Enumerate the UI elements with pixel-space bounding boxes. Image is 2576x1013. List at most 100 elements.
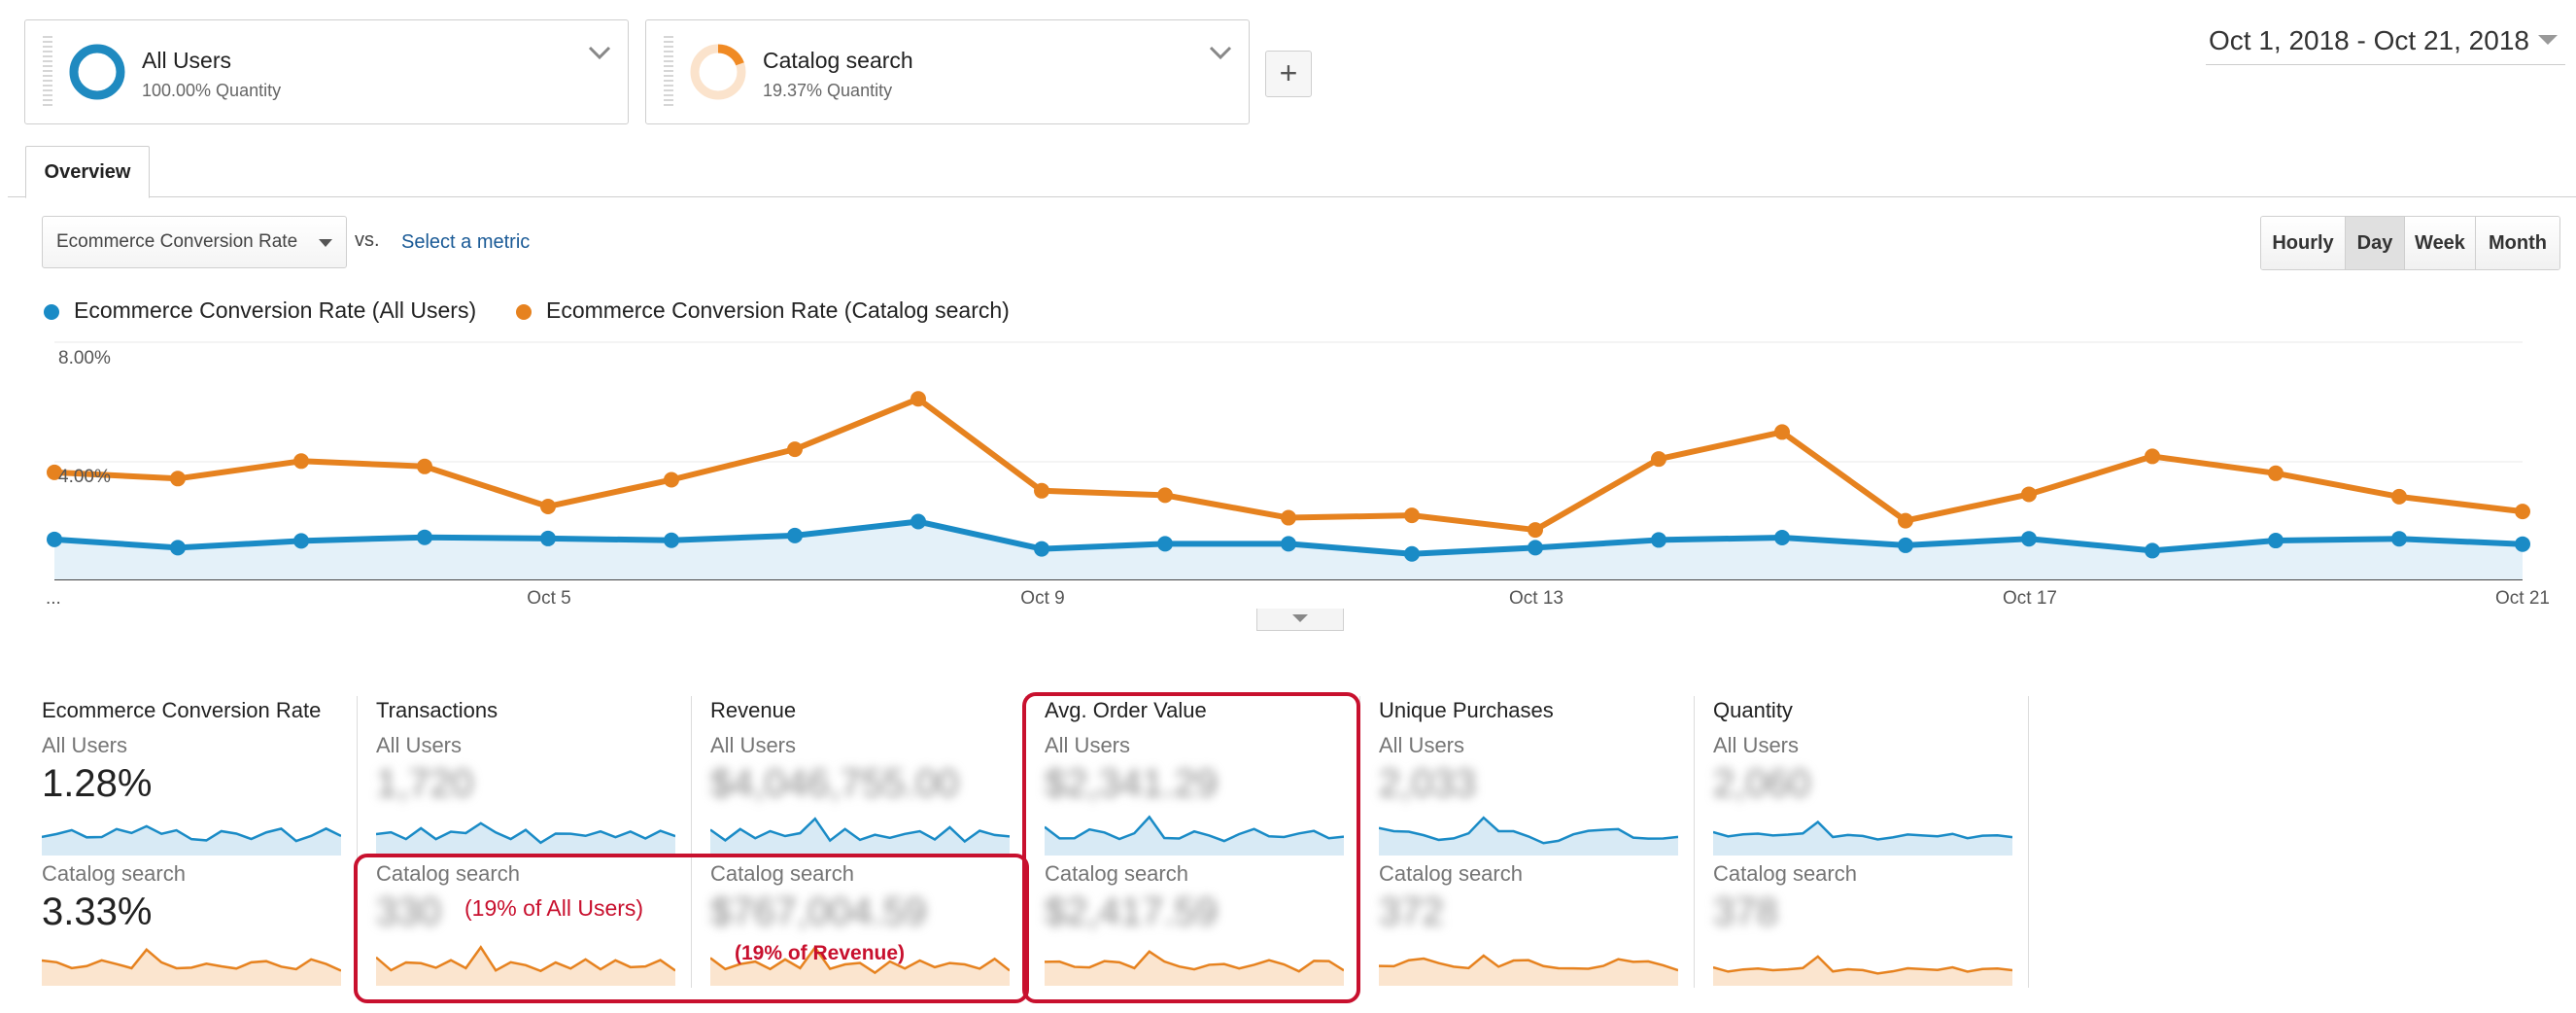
scorecard-segment-label: Catalog search [1379, 861, 1523, 886]
scorecard-value: 3.33% [42, 891, 153, 933]
highlight-box-avg-order-value [1022, 692, 1360, 1003]
scorecard-quantity[interactable]: Quantity All Users 2,060 Catalog search … [1713, 694, 2045, 986]
data-point-catalog-search[interactable] [1157, 487, 1173, 504]
date-range-underline [2206, 64, 2565, 65]
data-point-all-users[interactable] [47, 531, 62, 547]
data-point-all-users[interactable] [1651, 532, 1666, 548]
x-tick-label: Oct 5 [527, 588, 570, 609]
scorecard-unique-purchases[interactable]: Unique Purchases All Users 2,033 Catalog… [1379, 694, 1711, 986]
data-point-all-users[interactable] [1157, 536, 1173, 552]
scorecard-segment-label: Catalog search [1713, 861, 1857, 886]
x-tick-label: Oct 13 [1509, 588, 1563, 609]
legend-dot-all-users [44, 304, 59, 320]
drag-handle-icon[interactable] [664, 36, 673, 108]
x-tick-label: ... [46, 588, 61, 609]
segment-donut-icon [690, 44, 746, 100]
scorecard-title: Transactions [376, 698, 498, 722]
tab-overview[interactable]: Overview [25, 146, 150, 198]
data-point-all-users[interactable] [787, 527, 803, 543]
x-tick-label: Oct 17 [2003, 588, 2057, 609]
scorecard-ecommerce-conversion-rate[interactable]: Ecommerce Conversion Rate All Users 1.28… [42, 694, 374, 986]
scorecard-segment-label: All Users [376, 733, 463, 757]
y-tick-label: 8.00% [58, 348, 111, 368]
sparkline-all-users [1713, 820, 2012, 856]
day-button[interactable]: Day [2346, 217, 2405, 269]
annotation-transactions-share: (19% of All Users) [464, 895, 644, 921]
data-point-catalog-search[interactable] [1774, 424, 1790, 440]
data-point-catalog-search[interactable] [170, 471, 186, 487]
data-point-catalog-search[interactable] [664, 472, 679, 488]
dropdown-arrow-icon[interactable] [2538, 33, 2558, 47]
data-point-all-users[interactable] [417, 529, 432, 545]
data-point-all-users[interactable] [1898, 537, 1913, 553]
data-point-catalog-search[interactable] [293, 453, 309, 470]
scorecard-segment-label: All Users [1379, 733, 1465, 757]
metric-dropdown[interactable]: Ecommerce Conversion Rate [42, 216, 347, 268]
data-point-catalog-search[interactable] [1034, 482, 1049, 499]
data-point-catalog-search[interactable] [910, 391, 926, 407]
x-tick-label: Oct 9 [1020, 588, 1064, 609]
data-point-catalog-search[interactable] [2391, 488, 2407, 505]
scorecard-value-redacted: 2,060 [1713, 762, 1811, 805]
scorecard-value: 1.28% [42, 762, 153, 805]
data-point-all-users[interactable] [1404, 545, 1420, 562]
data-point-catalog-search[interactable] [417, 458, 432, 474]
chevron-down-icon[interactable] [585, 38, 614, 67]
data-point-all-users[interactable] [2515, 536, 2530, 552]
segment-card-catalog-search[interactable]: Catalog search 19.37% Quantity [645, 19, 1250, 124]
data-point-catalog-search[interactable] [2515, 504, 2530, 520]
scorecard-title: Unique Purchases [1379, 698, 1554, 722]
tab-divider [8, 196, 2576, 197]
scorecard-value-redacted: 2,033 [1379, 762, 1477, 805]
month-button[interactable]: Month [2476, 217, 2559, 269]
scorecard-title: Revenue [710, 698, 797, 722]
sparkline-all-users [1379, 816, 1678, 856]
data-point-catalog-search[interactable] [2021, 486, 2037, 503]
annotation-revenue-share: (19% of Revenue) [735, 942, 906, 964]
segment-quantity-share: 100.00% Quantity [142, 81, 282, 100]
data-point-all-users[interactable] [293, 533, 309, 549]
legend-dot-catalog-search [516, 304, 532, 320]
data-point-all-users[interactable] [170, 540, 186, 556]
data-point-all-users[interactable] [2268, 533, 2284, 549]
data-point-catalog-search[interactable] [540, 498, 556, 514]
data-point-all-users[interactable] [1281, 536, 1296, 552]
data-point-all-users[interactable] [2021, 531, 2037, 547]
data-point-all-users[interactable] [1034, 541, 1049, 557]
chevron-down-icon[interactable] [1206, 38, 1235, 67]
date-range-picker[interactable]: Oct 1, 2018 - Oct 21, 2018 [2209, 25, 2529, 56]
data-point-catalog-search[interactable] [1281, 509, 1296, 526]
data-point-catalog-search[interactable] [2145, 448, 2160, 465]
data-point-all-users[interactable] [2145, 542, 2160, 559]
scorecard-segment-label: All Users [1713, 733, 1800, 757]
data-point-all-users[interactable] [910, 513, 926, 530]
chart-series-layer [47, 391, 2530, 579]
data-point-all-users[interactable] [1528, 540, 1543, 556]
legend-all-users: Ecommerce Conversion Rate (All Users) [74, 297, 477, 323]
data-point-catalog-search[interactable] [1898, 512, 1913, 529]
data-point-all-users[interactable] [1774, 529, 1790, 545]
week-button[interactable]: Week [2405, 217, 2476, 269]
add-segment-button[interactable]: + [1265, 51, 1312, 97]
metric-dropdown-label: Ecommerce Conversion Rate [56, 231, 298, 252]
data-point-catalog-search[interactable] [1404, 507, 1420, 524]
data-point-catalog-search[interactable] [2268, 465, 2284, 481]
sparkline-all-users [376, 821, 675, 856]
data-point-all-users[interactable] [2391, 531, 2407, 547]
drag-handle-icon[interactable] [43, 36, 52, 108]
scorecard-segment-label: All Users [710, 733, 797, 757]
scorecard-value-redacted: 1,720 [376, 762, 474, 805]
data-point-all-users[interactable] [664, 532, 679, 548]
segment-card-all-users[interactable]: All Users 100.00% Quantity [24, 19, 629, 124]
select-metric-link[interactable]: Select a metric [401, 231, 530, 254]
scorecard-value-redacted: $4,046,755.00 [710, 762, 959, 805]
data-point-catalog-search[interactable] [1651, 451, 1666, 468]
conversion-rate-line-chart[interactable]: 8.00% 4.00% ... Oct 5 Oct 9 Oct 13 Oct 1… [0, 331, 2576, 612]
data-point-catalog-search[interactable] [1528, 522, 1543, 539]
chevron-down-icon [1292, 614, 1308, 622]
highlight-box-transactions-revenue [354, 854, 1029, 1003]
data-point-all-users[interactable] [540, 530, 556, 546]
hourly-button[interactable]: Hourly [2261, 217, 2346, 269]
data-point-catalog-search[interactable] [787, 441, 803, 458]
chart-collapse-handle[interactable] [1256, 609, 1344, 631]
